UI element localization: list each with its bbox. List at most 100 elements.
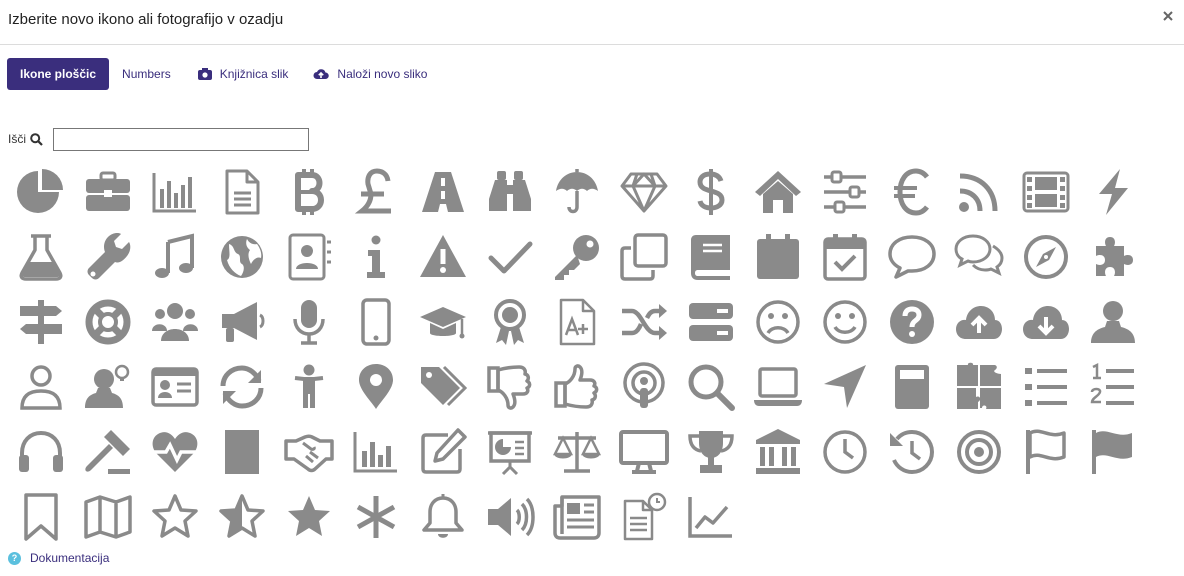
- icon-tile[interactable]: [8, 355, 74, 419]
- icon-tile[interactable]: [410, 420, 476, 484]
- icon-tile[interactable]: [1080, 420, 1146, 484]
- icon-tile[interactable]: [209, 160, 275, 224]
- icon-tile[interactable]: [209, 420, 275, 484]
- icon-tile[interactable]: [1013, 160, 1079, 224]
- icon-tile[interactable]: [1013, 355, 1079, 419]
- icon-tile[interactable]: [410, 225, 476, 289]
- icon-tile[interactable]: [544, 160, 610, 224]
- icon-tile[interactable]: [75, 225, 141, 289]
- close-icon[interactable]: [1162, 10, 1174, 22]
- icon-tile[interactable]: [276, 225, 342, 289]
- icon-tile[interactable]: [477, 160, 543, 224]
- icon-tile[interactable]: [1080, 355, 1146, 419]
- icon-tile[interactable]: [343, 355, 409, 419]
- icon-tile[interactable]: [276, 160, 342, 224]
- icon-tile[interactable]: [276, 355, 342, 419]
- icon-tile[interactable]: [410, 290, 476, 354]
- icon-tile[interactable]: [410, 160, 476, 224]
- icon-tile[interactable]: [879, 160, 945, 224]
- icon-tile[interactable]: [343, 225, 409, 289]
- icon-tile[interactable]: [946, 420, 1012, 484]
- tab-tile-icons[interactable]: Ikone ploščic: [7, 58, 110, 90]
- icon-tile[interactable]: [410, 485, 476, 549]
- icon-tile[interactable]: [75, 355, 141, 419]
- search-input[interactable]: [53, 128, 309, 151]
- icon-tile[interactable]: [879, 420, 945, 484]
- icon-tile[interactable]: [611, 160, 677, 224]
- icon-tile[interactable]: [8, 225, 74, 289]
- icon-tile[interactable]: [75, 290, 141, 354]
- icon-tile[interactable]: [678, 485, 744, 549]
- icon-tile[interactable]: [477, 290, 543, 354]
- icon-tile[interactable]: [544, 225, 610, 289]
- icon-tile[interactable]: [209, 225, 275, 289]
- icon-tile[interactable]: [745, 160, 811, 224]
- icon-tile[interactable]: [678, 420, 744, 484]
- icon-tile[interactable]: [946, 160, 1012, 224]
- icon-tile[interactable]: [343, 160, 409, 224]
- icon-tile[interactable]: [544, 290, 610, 354]
- icon-tile[interactable]: [812, 355, 878, 419]
- icon-tile[interactable]: [946, 355, 1012, 419]
- icon-tile[interactable]: [611, 355, 677, 419]
- icon-tile[interactable]: [745, 355, 811, 419]
- icon-tile[interactable]: [1080, 290, 1146, 354]
- icon-tile[interactable]: [142, 355, 208, 419]
- icon-tile[interactable]: [75, 160, 141, 224]
- icon-tile[interactable]: [678, 225, 744, 289]
- icon-tile[interactable]: [1013, 225, 1079, 289]
- icon-tile[interactable]: [1013, 420, 1079, 484]
- icon-tile[interactable]: [410, 355, 476, 419]
- icon-tile[interactable]: [209, 290, 275, 354]
- icon-tile[interactable]: [276, 420, 342, 484]
- icon-tile[interactable]: [477, 225, 543, 289]
- icon-tile[interactable]: [544, 420, 610, 484]
- icon-tile[interactable]: [209, 355, 275, 419]
- icon-tile[interactable]: [8, 485, 74, 549]
- icon-tile[interactable]: [879, 355, 945, 419]
- icon-tile[interactable]: [879, 290, 945, 354]
- icon-tile[interactable]: [745, 225, 811, 289]
- icon-tile[interactable]: [8, 290, 74, 354]
- tab-numbers[interactable]: Numbers: [122, 67, 171, 81]
- icon-tile[interactable]: [142, 485, 208, 549]
- icon-tile[interactable]: [611, 420, 677, 484]
- icon-tile[interactable]: [1013, 290, 1079, 354]
- icon-tile[interactable]: [8, 420, 74, 484]
- icon-tile[interactable]: [209, 485, 275, 549]
- icon-tile[interactable]: [678, 290, 744, 354]
- icon-tile[interactable]: [879, 225, 945, 289]
- icon-tile[interactable]: [678, 355, 744, 419]
- icon-tile[interactable]: [812, 160, 878, 224]
- icon-tile[interactable]: [611, 225, 677, 289]
- icon-tile[interactable]: [8, 160, 74, 224]
- icon-tile[interactable]: [477, 485, 543, 549]
- icon-tile[interactable]: [343, 420, 409, 484]
- icon-tile[interactable]: [678, 160, 744, 224]
- icon-tile[interactable]: [812, 420, 878, 484]
- icon-tile[interactable]: [276, 485, 342, 549]
- icon-tile[interactable]: [544, 355, 610, 419]
- icon-tile[interactable]: [745, 420, 811, 484]
- icon-tile[interactable]: [1080, 225, 1146, 289]
- icon-tile[interactable]: [812, 225, 878, 289]
- icon-tile[interactable]: [611, 485, 677, 549]
- icon-tile[interactable]: [745, 290, 811, 354]
- icon-tile[interactable]: [611, 290, 677, 354]
- icon-tile[interactable]: [343, 485, 409, 549]
- icon-tile[interactable]: [812, 290, 878, 354]
- icon-tile[interactable]: [1080, 160, 1146, 224]
- icon-tile[interactable]: [544, 485, 610, 549]
- documentation-link[interactable]: ? Dokumentacija: [8, 551, 109, 565]
- icon-tile[interactable]: [946, 225, 1012, 289]
- tab-image-library[interactable]: Knjižnica slik: [197, 67, 288, 81]
- icon-tile[interactable]: [477, 420, 543, 484]
- icon-tile[interactable]: [75, 420, 141, 484]
- icon-tile[interactable]: [142, 160, 208, 224]
- icon-tile[interactable]: [946, 290, 1012, 354]
- tab-upload-image[interactable]: Naloži novo sliko: [313, 67, 427, 81]
- icon-tile[interactable]: [276, 290, 342, 354]
- icon-tile[interactable]: [75, 485, 141, 549]
- icon-tile[interactable]: [142, 225, 208, 289]
- icon-tile[interactable]: [142, 420, 208, 484]
